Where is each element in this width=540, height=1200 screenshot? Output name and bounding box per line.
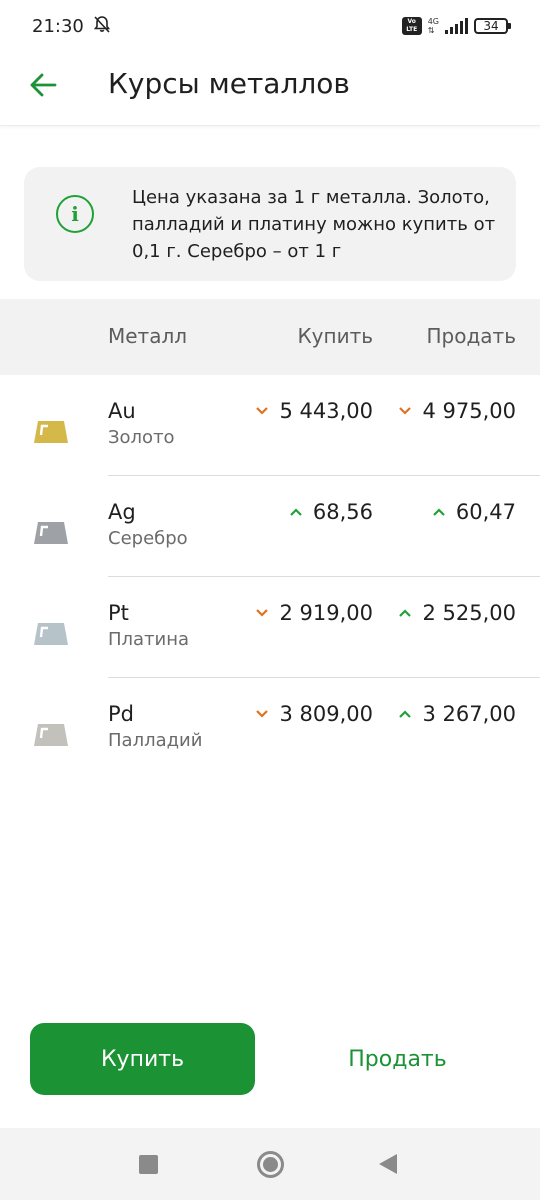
buy-button[interactable]: Купить <box>30 1023 255 1095</box>
metal-row-ag[interactable]: Ag Серебро 68,56 60,47 <box>0 476 540 577</box>
column-header-sell: Продать <box>426 324 517 348</box>
trend-down-icon <box>399 407 412 415</box>
trend-up-icon <box>399 609 412 617</box>
table-header: Металл Купить Продать <box>0 299 540 375</box>
bell-muted-icon <box>92 14 112 39</box>
sell-price: 3 267,00 <box>398 702 516 726</box>
trend-up-icon <box>433 508 445 516</box>
status-bar: 21:30 Vo LTE 4G ⇅ 34 <box>0 0 540 52</box>
buy-price: 68,56 <box>289 500 373 524</box>
buy-price-value: 2 919,00 <box>279 601 373 625</box>
column-header-metal: Металл <box>108 324 188 348</box>
arrow-left-icon <box>30 73 57 97</box>
sell-price-value: 60,47 <box>455 500 516 524</box>
silver-bar-icon <box>34 522 68 544</box>
info-text: Цена указана за 1 г металла. Золото, пал… <box>132 187 496 262</box>
page-title: Курсы металлов <box>108 67 350 100</box>
buy-price-value: 5 443,00 <box>279 399 373 423</box>
trend-down-icon <box>256 609 269 617</box>
nav-back-icon[interactable] <box>379 1154 397 1174</box>
buy-price: 2 919,00 <box>255 601 373 625</box>
battery-icon: 34 <box>474 18 511 34</box>
trend-up-icon <box>399 710 412 718</box>
sell-price: 2 525,00 <box>398 601 516 625</box>
back-button[interactable] <box>26 68 60 102</box>
status-right: Vo LTE 4G ⇅ 34 <box>401 17 511 35</box>
app-bar: Курсы металлов <box>0 52 540 126</box>
metal-name: Палладий <box>108 730 203 751</box>
metal-symbol: Pt <box>108 601 129 625</box>
signal-icon <box>445 18 468 34</box>
buy-price: 3 809,00 <box>255 702 373 726</box>
metal-name: Золото <box>108 427 175 448</box>
sell-price-value: 4 975,00 <box>422 399 516 423</box>
buy-price-value: 68,56 <box>312 500 373 524</box>
status-left: 21:30 <box>32 14 112 39</box>
gold-bar-icon <box>34 421 68 443</box>
home-icon[interactable] <box>257 1151 284 1178</box>
status-time: 21:30 <box>32 15 84 37</box>
sell-price-value: 3 267,00 <box>422 702 516 726</box>
trend-up-icon <box>290 508 302 516</box>
buy-price-value: 3 809,00 <box>279 702 373 726</box>
volte-badge: Vo LTE <box>401 17 422 35</box>
network-arrows-icon: ⇅ <box>427 26 435 35</box>
info-icon: i <box>56 195 94 233</box>
sell-button[interactable]: Продать <box>285 1023 510 1095</box>
info-card: i Цена указана за 1 г металла. Золото, п… <box>24 167 516 281</box>
metal-symbol: Pd <box>108 702 134 726</box>
metal-row-pd[interactable]: Pd Палладий 3 809,00 3 267,00 <box>0 678 540 779</box>
buy-price: 5 443,00 <box>255 399 373 423</box>
network-label: 4G <box>427 17 439 26</box>
recent-apps-icon[interactable] <box>139 1155 158 1174</box>
system-nav-bar <box>0 1128 540 1200</box>
metal-name: Платина <box>108 629 190 650</box>
metal-row-au[interactable]: Au Золото 5 443,00 4 975,00 <box>0 375 540 476</box>
trend-down-icon <box>256 407 269 415</box>
sell-price: 4 975,00 <box>398 399 516 423</box>
metal-name: Серебро <box>108 528 188 549</box>
column-header-buy: Купить <box>297 324 373 348</box>
metal-symbol: Ag <box>108 500 136 524</box>
network-type: 4G ⇅ <box>428 17 439 35</box>
sell-price: 60,47 <box>432 500 516 524</box>
platinum-bar-icon <box>34 623 68 645</box>
trend-down-icon <box>256 710 269 718</box>
palladium-bar-icon <box>34 724 68 746</box>
metal-symbol: Au <box>108 399 136 423</box>
metal-row-pt[interactable]: Pt Платина 2 919,00 2 525,00 <box>0 577 540 678</box>
sell-price-value: 2 525,00 <box>422 601 516 625</box>
